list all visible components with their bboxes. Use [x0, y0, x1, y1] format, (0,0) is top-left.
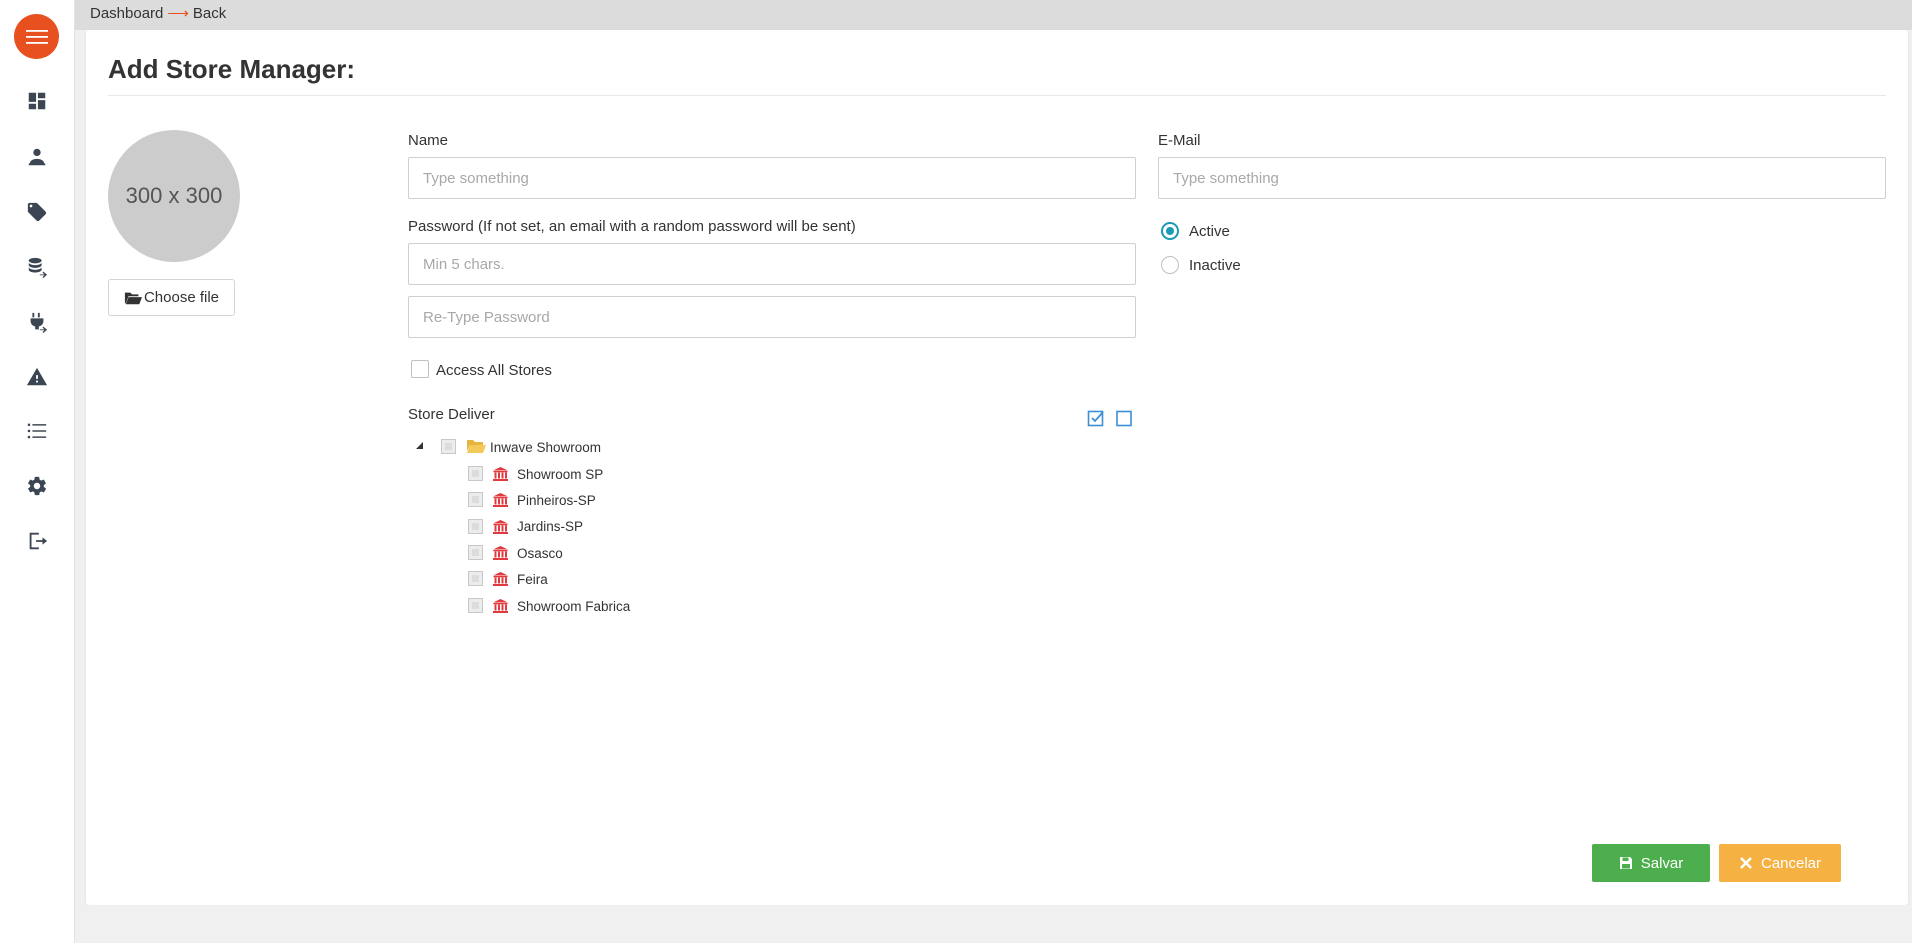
nav-users[interactable]: [24, 144, 50, 170]
bank-icon: [493, 493, 508, 507]
store-label[interactable]: Jardins-SP: [517, 519, 583, 534]
nav-database-import[interactable]: [24, 254, 50, 280]
retype-password-input[interactable]: [408, 296, 1136, 338]
choose-file-button[interactable]: Choose file: [108, 279, 235, 316]
folder-open-icon: [124, 292, 142, 304]
access-all-stores-label[interactable]: Access All Stores: [436, 362, 552, 379]
access-all-stores-checkbox[interactable]: [411, 360, 429, 378]
title-divider: [108, 95, 1886, 96]
menu-toggle-button[interactable]: [14, 14, 59, 59]
store-checkbox[interactable]: [468, 545, 483, 560]
page-title: Add Store Manager:: [108, 54, 356, 84]
status-inactive-radio[interactable]: [1161, 256, 1179, 274]
logout-icon: [29, 532, 48, 550]
store-checkbox[interactable]: [468, 519, 483, 534]
avatar-size-label: 300 x 300: [125, 183, 223, 208]
warning-icon: [26, 367, 48, 386]
database-import-icon: [28, 257, 48, 278]
breadcrumb-arrow: ⟶: [167, 5, 189, 22]
form-card: Add Store Manager: 300 x 300 Choose file…: [86, 30, 1908, 905]
status-active-label[interactable]: Active: [1189, 223, 1230, 240]
nav-dashboard[interactable]: [24, 88, 50, 114]
choose-file-label: Choose file: [143, 289, 220, 306]
email-input[interactable]: [1158, 157, 1886, 199]
gear-icon: [28, 476, 46, 496]
tree-root-checkbox[interactable]: [441, 439, 456, 454]
close-icon: [1740, 857, 1752, 869]
sidebar: [0, 0, 75, 943]
tag-icon: [27, 202, 47, 222]
bank-icon: [493, 546, 508, 560]
page-footer-area: [75, 905, 1912, 943]
password-input[interactable]: [408, 243, 1136, 285]
nav-settings[interactable]: [24, 473, 50, 499]
store-label[interactable]: Feira: [517, 572, 548, 587]
status-inactive-label[interactable]: Inactive: [1189, 257, 1241, 274]
bank-icon: [493, 599, 508, 613]
hamburger-icon: [25, 29, 48, 44]
store-label[interactable]: Showroom Fabrica: [517, 599, 630, 614]
floppy-disk-icon: [1619, 857, 1632, 869]
store-label[interactable]: Showroom SP: [517, 467, 603, 482]
store-checkbox[interactable]: [468, 492, 483, 507]
check-all-icon[interactable]: [1087, 409, 1105, 427]
user-icon: [28, 148, 46, 166]
list-icon: [27, 423, 47, 439]
store-deliver-label: Store Deliver: [408, 406, 495, 423]
nav-alerts[interactable]: [24, 364, 50, 390]
breadcrumb-back-link[interactable]: Back: [193, 5, 226, 22]
nav-integrations[interactable]: [24, 309, 50, 335]
status-active-radio[interactable]: [1161, 222, 1179, 240]
cancel-button-label: Cancelar: [1760, 854, 1822, 872]
nav-logout[interactable]: [24, 528, 50, 554]
folder-open-icon: [467, 440, 486, 453]
avatar-placeholder: 300 x 300: [108, 130, 240, 262]
dashboard-icon: [28, 92, 46, 110]
nav-list[interactable]: [24, 418, 50, 444]
store-checkbox[interactable]: [468, 571, 483, 586]
plug-import-icon: [30, 312, 48, 333]
save-button-label: Salvar: [1640, 854, 1684, 872]
store-checkbox[interactable]: [468, 466, 483, 481]
name-label: Name: [408, 132, 449, 149]
breadcrumb: Dashboard ⟶ Back: [90, 4, 226, 22]
tree-root-label[interactable]: Inwave Showroom: [490, 440, 601, 455]
store-label[interactable]: Pinheiros-SP: [517, 493, 596, 508]
store-checkbox[interactable]: [468, 598, 483, 613]
bank-icon: [493, 572, 508, 586]
cancel-button[interactable]: Cancelar: [1719, 844, 1841, 882]
save-button[interactable]: Salvar: [1592, 844, 1710, 882]
store-label[interactable]: Osasco: [517, 546, 563, 561]
bank-icon: [493, 467, 508, 481]
nav-tags[interactable]: [24, 199, 50, 225]
uncheck-all-icon[interactable]: [1115, 409, 1133, 427]
bank-icon: [493, 520, 508, 534]
topbar: Dashboard ⟶ Back: [75, 0, 1912, 30]
email-label: E-Mail: [1158, 132, 1201, 149]
name-input[interactable]: [408, 157, 1136, 199]
password-label: Password (If not set, an email with a ra…: [408, 218, 856, 235]
breadcrumb-dashboard-link[interactable]: Dashboard: [90, 5, 163, 22]
tree-expand-toggle-icon[interactable]: [415, 441, 424, 450]
